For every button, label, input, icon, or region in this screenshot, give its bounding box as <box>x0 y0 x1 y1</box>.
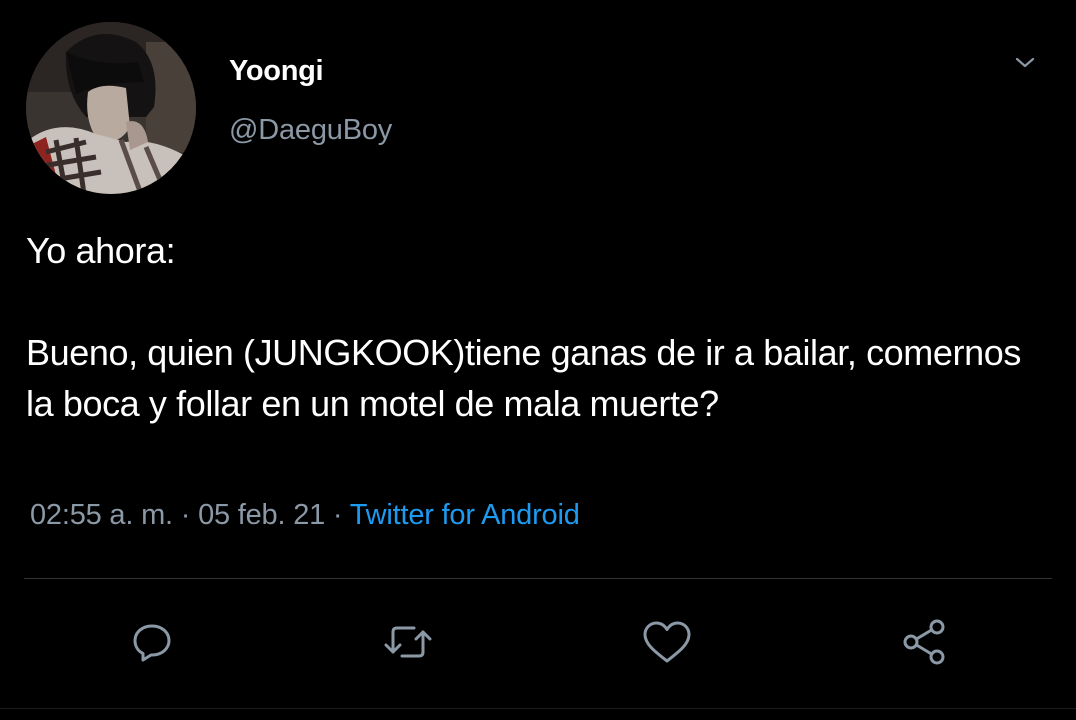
divider <box>24 578 1052 579</box>
reply-icon <box>133 624 171 662</box>
tweet-time[interactable]: 02:55 a. m. <box>30 499 173 531</box>
display-name[interactable]: Yoongi <box>229 55 324 88</box>
avatar-image <box>26 22 196 194</box>
reply-button[interactable] <box>124 617 180 667</box>
tweet-source-link[interactable]: Twitter for Android <box>350 499 580 531</box>
share-button[interactable] <box>897 617 953 667</box>
user-handle[interactable]: @DaeguBoy <box>229 114 392 147</box>
retweet-button[interactable] <box>380 617 436 667</box>
meta-separator: · <box>325 499 350 531</box>
tweet-card: Yoongi @DaeguBoy Yo ahora: Bueno, quien … <box>0 0 1076 720</box>
like-button[interactable] <box>639 617 695 667</box>
tweet-meta: 02:55 a. m. · 05 feb. 21 · Twitter for A… <box>30 499 580 532</box>
share-icon <box>903 619 945 665</box>
heart-icon <box>643 621 691 663</box>
avatar[interactable] <box>26 22 196 194</box>
tweet-date[interactable]: 05 feb. 21 <box>198 499 325 531</box>
retweet-icon <box>384 626 432 658</box>
tweet-text: Yo ahora: Bueno, quien (JUNGKOOK)tiene g… <box>26 225 1046 429</box>
bottom-divider <box>0 708 1076 709</box>
tweet-text-line-1: Yo ahora: <box>26 230 176 271</box>
chevron-down-icon[interactable] <box>1012 52 1038 72</box>
meta-separator: · <box>172 499 199 531</box>
tweet-text-line-2: Bueno, quien (JUNGKOOK)tiene ganas de ir… <box>26 332 1021 424</box>
